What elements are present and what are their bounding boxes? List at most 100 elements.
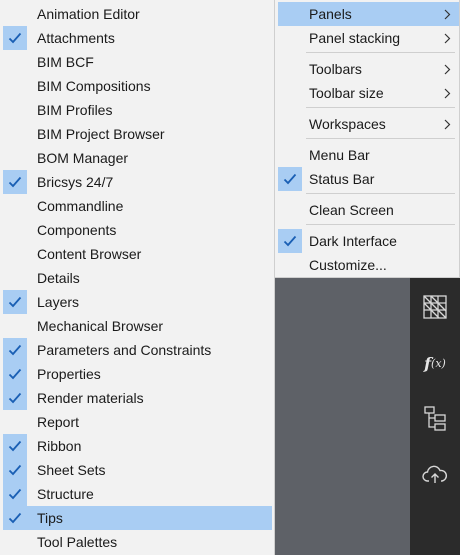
checkmark-icon [3,170,27,194]
menu-item-label: Dark Interface [309,233,397,249]
menu-item-menu-bar[interactable]: Menu Bar [278,143,459,167]
menu-item-label: Bricsys 24/7 [37,174,114,190]
menu-separator [306,52,455,53]
menu-item-layers[interactable]: Layers [3,290,272,314]
checkbox-slot [3,2,27,26]
menu-item-label: Components [37,222,117,238]
checkbox-slot [278,253,302,277]
menu-item-dark-interface[interactable]: Dark Interface [278,229,459,253]
menu-item-bim-bcf[interactable]: BIM BCF [3,50,272,74]
checkbox-slot [3,530,27,554]
menu-separator [306,138,455,139]
menu-item-label: Customize... [309,257,387,273]
menu-item-tool-palettes[interactable]: Tool Palettes [3,530,272,554]
menu-item-label: Report [37,414,80,430]
menu-item-commandline[interactable]: Commandline [3,194,272,218]
menu-item-label: Ribbon [37,438,82,454]
checkbox-slot [278,26,302,50]
menu-item-label: Attachments [37,30,115,46]
menu-item-label: Workspaces [309,116,386,132]
menu-item-clean-screen[interactable]: Clean Screen [278,198,459,222]
checkbox-slot [278,198,302,222]
checkbox-slot [3,122,27,146]
chevron-right-icon [444,26,451,50]
menu-item-content-browser[interactable]: Content Browser [3,242,272,266]
menu-item-details[interactable]: Details [3,266,272,290]
checkmark-icon [3,26,27,50]
menu-item-workspaces[interactable]: Workspaces [278,112,459,136]
checkmark-icon [3,362,27,386]
checkbox-slot [278,143,302,167]
menu-item-toolbars[interactable]: Toolbars [278,57,459,81]
menu-separator [306,193,455,194]
menu-item-bricsys-24-7[interactable]: Bricsys 24/7 [3,170,272,194]
menu-item-components[interactable]: Components [3,218,272,242]
menu-item-tips[interactable]: Tips [3,506,272,530]
cloud-upload-icon[interactable] [420,460,450,490]
checkbox-slot [278,2,302,26]
menu-item-label: Tool Palettes [37,534,118,550]
menu-item-mechanical-browser[interactable]: Mechanical Browser [3,314,272,338]
menu-item-panel-stacking[interactable]: Panel stacking [278,26,459,50]
menu-item-label: BIM BCF [37,54,94,70]
menu-item-label: Mechanical Browser [37,318,164,334]
menu-item-label: Status Bar [309,171,375,187]
drawing-canvas [275,278,410,555]
checkmark-icon [3,458,27,482]
checkbox-slot [278,57,302,81]
menu-separator [306,224,455,225]
menu-item-attachments[interactable]: Attachments [3,26,272,50]
menu-item-animation-editor[interactable]: Animation Editor [3,2,272,26]
hatch-grid-icon[interactable] [420,292,450,322]
menu-item-label: Details [37,270,80,286]
checkmark-icon [3,434,27,458]
checkbox-slot [3,410,27,434]
menu-item-label: Parameters and Constraints [37,342,212,358]
menu-item-parameters-and-constraints[interactable]: Parameters and Constraints [3,338,272,362]
structure-tree-icon[interactable] [420,403,450,433]
menu-item-label: Sheet Sets [37,462,106,478]
menu-item-label: BIM Compositions [37,78,151,94]
menu-item-render-materials[interactable]: Render materials [3,386,272,410]
checkbox-slot [3,314,27,338]
menu-item-label: Animation Editor [37,6,140,22]
menu-item-bim-compositions[interactable]: BIM Compositions [3,74,272,98]
menu-item-bom-manager[interactable]: BOM Manager [3,146,272,170]
menu-item-sheet-sets[interactable]: Sheet Sets [3,458,272,482]
checkmark-icon [278,167,302,191]
menu-item-label: Structure [37,486,94,502]
menu-item-ribbon[interactable]: Ribbon [3,434,272,458]
menu-item-properties[interactable]: Properties [3,362,272,386]
menu-item-label: Toolbar size [309,85,384,101]
side-toolbar: f (x) [410,278,460,555]
menu-item-label: Commandline [37,198,124,214]
menu-item-label: Render materials [37,390,144,406]
menu-item-toolbar-size[interactable]: Toolbar size [278,81,459,105]
checkbox-slot [3,194,27,218]
function-icon[interactable]: f (x) [420,348,450,378]
menu-item-panels[interactable]: Panels [278,2,459,26]
menu-item-label: Properties [37,366,101,382]
menu-item-status-bar[interactable]: Status Bar [278,167,459,191]
checkbox-slot [3,266,27,290]
checkbox-slot [278,81,302,105]
menu-item-bim-profiles[interactable]: BIM Profiles [3,98,272,122]
menu-item-label: Toolbars [309,61,362,77]
menu-separator [306,107,455,108]
checkmark-icon [3,482,27,506]
view-menu: Panels Panel stacking Toolbars Toolbar size… [275,0,460,278]
menu-item-label: Tips [37,510,63,526]
menu-item-customize[interactable]: Customize... [278,253,459,277]
checkbox-slot [3,50,27,74]
checkmark-icon [3,386,27,410]
menu-item-structure[interactable]: Structure [3,482,272,506]
checkbox-slot [3,74,27,98]
chevron-right-icon [444,2,451,26]
function-letter: f [424,353,432,373]
checkbox-slot [3,242,27,266]
menu-item-bim-project-browser[interactable]: BIM Project Browser [3,122,272,146]
menu-item-report[interactable]: Report [3,410,272,434]
menu-item-label: BIM Project Browser [37,126,165,142]
menu-item-label: Menu Bar [309,147,370,163]
menu-item-label: Clean Screen [309,202,394,218]
